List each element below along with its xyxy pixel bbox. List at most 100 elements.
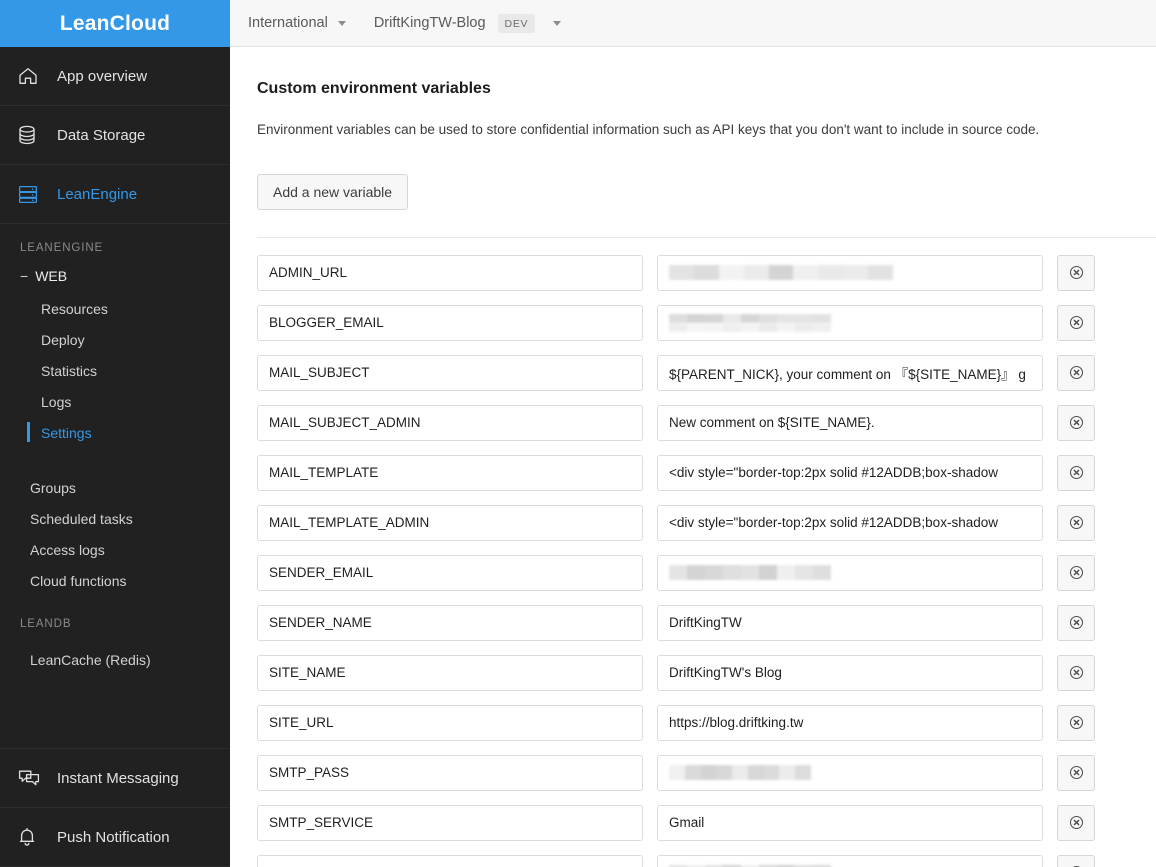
variable-key-input[interactable]: SMTP_USER — [257, 854, 643, 867]
delete-variable-button[interactable] — [1057, 654, 1095, 691]
variable-key-input[interactable]: SITE_URL — [257, 704, 643, 741]
variable-value-input[interactable] — [657, 854, 1043, 867]
variable-value-input[interactable]: Gmail — [657, 804, 1043, 841]
delete-variable-button[interactable] — [1057, 854, 1095, 867]
sidebar-item-leanengine[interactable]: LeanEngine — [0, 165, 230, 224]
delete-variable-button[interactable] — [1057, 554, 1095, 591]
delete-variable-button[interactable] — [1057, 754, 1095, 791]
variable-value-input[interactable]: DriftKingTW's Blog — [657, 654, 1043, 691]
delete-variable-button[interactable] — [1057, 304, 1095, 341]
sidebar-item-app-overview[interactable]: App overview — [0, 47, 230, 106]
variable-key-input[interactable]: SENDER_NAME — [257, 604, 643, 641]
variable-key-input[interactable]: MAIL_TEMPLATE_ADMIN — [257, 504, 643, 541]
sidebar-item-resources[interactable]: Resources — [0, 293, 230, 324]
variable-key-input[interactable]: MAIL_SUBJECT — [257, 354, 643, 391]
main-area: International DriftKingTW-Blog DEV Custo… — [230, 0, 1156, 867]
delete-variable-button[interactable] — [1057, 704, 1095, 741]
variable-key-input[interactable]: BLOGGER_EMAIL — [257, 304, 643, 341]
sidebar-item-data-storage[interactable]: Data Storage — [0, 106, 230, 165]
sidebar-item-label: Resources — [41, 300, 108, 317]
bell-icon — [18, 826, 44, 848]
circle-x-icon — [1069, 615, 1084, 630]
redacted-value — [669, 765, 1031, 780]
variable-row: MAIL_SUBJECT_ADMIN New comment on ${SITE_… — [257, 404, 1156, 441]
sidebar-item-cloud-functions[interactable]: Cloud functions — [0, 565, 230, 596]
region-selector-label[interactable]: International — [248, 15, 328, 31]
add-new-variable-button[interactable]: Add a new variable — [257, 173, 409, 210]
variable-value-input[interactable]: New comment on ${SITE_NAME}. — [657, 404, 1043, 441]
variable-value-input[interactable] — [657, 254, 1043, 291]
delete-variable-button[interactable] — [1057, 354, 1095, 391]
delete-variable-button[interactable] — [1057, 254, 1095, 291]
variable-value-input[interactable] — [657, 754, 1043, 791]
variable-value-input[interactable] — [657, 304, 1043, 341]
variable-value-input[interactable]: <div style="border-top:2px solid #12ADDB… — [657, 454, 1043, 491]
redacted-value — [669, 565, 1031, 580]
sidebar-item-statistics[interactable]: Statistics — [0, 355, 230, 386]
sidebar-item-groups[interactable]: Groups — [0, 472, 230, 503]
variable-row: BLOGGER_EMAIL — [257, 304, 1156, 341]
variable-value-text: Gmail — [669, 815, 705, 830]
database-icon — [18, 124, 44, 146]
home-icon — [18, 65, 44, 87]
variable-value-input[interactable]: ${PARENT_NICK}, your comment on 『${SITE_… — [657, 354, 1043, 391]
sidebar-item-label: Logs — [41, 393, 72, 410]
circle-x-icon — [1069, 715, 1084, 730]
chevron-down-icon[interactable] — [337, 20, 346, 26]
delete-variable-button[interactable] — [1057, 504, 1095, 541]
page-description: Environment variables can be used to sto… — [257, 122, 1040, 137]
collapse-toggle-icon[interactable]: − — [20, 269, 28, 283]
delete-variable-button[interactable] — [1057, 404, 1095, 441]
variable-row: SENDER_NAME DriftKingTW — [257, 604, 1156, 641]
sidebar-subnav: LEANENGINE − WEB Resources Deploy Statis… — [0, 224, 230, 748]
variable-value-input[interactable] — [657, 554, 1043, 591]
variable-key-input[interactable]: SITE_NAME — [257, 654, 643, 691]
sidebar-section-label-leanengine: LEANENGINE — [20, 242, 104, 254]
brand-logo[interactable]: LeanCloud — [0, 0, 230, 47]
sidebar-item-scheduled-tasks[interactable]: Scheduled tasks — [0, 503, 230, 534]
sidebar-item-label: Groups — [30, 479, 76, 496]
sidebar-section-label-leandb: LEANDB — [20, 618, 72, 630]
variable-key-input[interactable]: MAIL_SUBJECT_ADMIN — [257, 404, 643, 441]
variable-value-input[interactable]: <div style="border-top:2px solid #12ADDB… — [657, 504, 1043, 541]
sidebar-item-label: Access logs — [30, 541, 105, 558]
sidebar-item-instant-messaging[interactable]: Instant Messaging — [0, 749, 230, 808]
sidebar-group-web[interactable]: − WEB — [0, 268, 230, 284]
delete-variable-button[interactable] — [1057, 454, 1095, 491]
sidebar-bottom: Instant Messaging Push Notification — [0, 748, 230, 867]
sidebar-item-access-logs[interactable]: Access logs — [0, 534, 230, 565]
topbar: International DriftKingTW-Blog DEV — [230, 0, 1156, 47]
variable-row: SITE_URL https://blog.driftking.tw — [257, 704, 1156, 741]
app-selector-label[interactable]: DriftKingTW-Blog — [374, 15, 486, 31]
content: Custom environment variables Environment… — [230, 47, 1156, 867]
circle-x-icon — [1069, 415, 1084, 430]
sidebar-item-label: Push Notification — [57, 828, 170, 846]
sidebar-item-label: Data Storage — [57, 126, 146, 144]
sidebar-item-deploy[interactable]: Deploy — [0, 324, 230, 355]
variables-list: ADMIN_URL BLOGGER_EMAIL MAIL_SUBJECT ${PARE… — [257, 254, 1156, 867]
variable-value-text: <div style="border-top:2px solid #12ADDB… — [669, 465, 998, 480]
variable-key-input[interactable]: SMTP_SERVICE — [257, 804, 643, 841]
variable-value-input[interactable]: DriftKingTW — [657, 604, 1043, 641]
variable-key-input[interactable]: MAIL_TEMPLATE — [257, 454, 643, 491]
sidebar-item-settings[interactable]: Settings — [0, 417, 230, 448]
variable-value-text: New comment on ${SITE_NAME}. — [669, 415, 875, 430]
variable-key-input[interactable]: ADMIN_URL — [257, 254, 643, 291]
sidebar-item-logs[interactable]: Logs — [0, 386, 230, 417]
variable-value-text: DriftKingTW — [669, 615, 742, 630]
sidebar-item-push-notification[interactable]: Push Notification — [0, 808, 230, 867]
variable-row: ADMIN_URL — [257, 254, 1156, 291]
delete-variable-button[interactable] — [1057, 804, 1095, 841]
variable-value-text: DriftKingTW's Blog — [669, 665, 782, 680]
variable-key-input[interactable]: SENDER_EMAIL — [257, 554, 643, 591]
sidebar-item-leancache-redis[interactable]: LeanCache (Redis) — [0, 644, 230, 675]
variable-key-input[interactable]: SMTP_PASS — [257, 754, 643, 791]
variable-value-input[interactable]: https://blog.driftking.tw — [657, 704, 1043, 741]
sidebar-item-label: Deploy — [41, 331, 85, 348]
chevron-down-icon[interactable] — [553, 20, 562, 26]
variable-row: SMTP_USER — [257, 854, 1156, 867]
variable-row: SITE_NAME DriftKingTW's Blog — [257, 654, 1156, 691]
variable-value-text: ${PARENT_NICK}, your comment on 『${SITE_… — [669, 366, 1026, 382]
delete-variable-button[interactable] — [1057, 604, 1095, 641]
